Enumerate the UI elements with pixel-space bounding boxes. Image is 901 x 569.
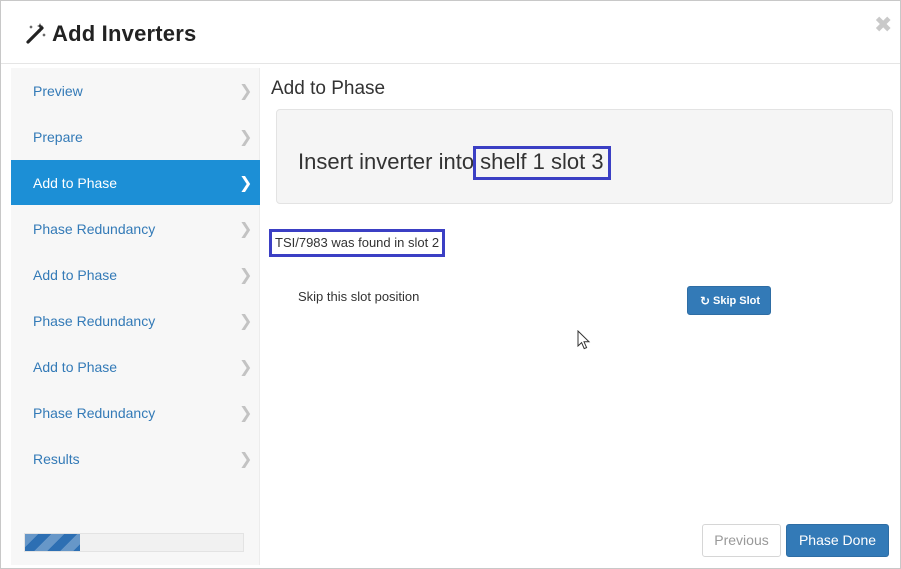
chevron-right-icon: ❯ <box>239 221 253 238</box>
instruction-text: Insert inverter into shelf 1 slot 3 <box>298 146 611 180</box>
add-inverters-dialog: Add Inverters ✖ Preview ❯ Prepare ❯ Add … <box>0 0 901 569</box>
magic-wand-icon <box>26 23 46 44</box>
step-add-to-phase-3[interactable]: Add to Phase ❯ <box>11 344 260 389</box>
instruction-prefix: Insert inverter into <box>298 149 475 174</box>
step-label: Phase Redundancy <box>33 405 156 421</box>
chevron-right-icon: ❯ <box>239 405 253 422</box>
step-label: Add to Phase <box>33 267 118 283</box>
skip-slot-label: Skip Slot <box>713 295 761 307</box>
instruction-panel: Insert inverter into shelf 1 slot 3 <box>276 109 893 204</box>
chevron-right-icon: ❯ <box>239 175 253 192</box>
step-prepare[interactable]: Prepare ❯ <box>11 114 260 159</box>
chevron-right-icon: ❯ <box>239 359 253 376</box>
phase-done-button[interactable]: Phase Done <box>786 524 889 557</box>
skip-description: Skip this slot position <box>298 289 420 304</box>
progress-fill <box>25 534 80 551</box>
refresh-icon: ↻ <box>700 294 711 308</box>
chevron-right-icon: ❯ <box>239 313 253 330</box>
previous-button[interactable]: Previous <box>702 524 781 557</box>
dialog-header: Add Inverters ✖ <box>1 1 900 64</box>
step-phase-redundancy-1[interactable]: Phase Redundancy ❯ <box>11 206 260 251</box>
skip-slot-button[interactable]: ↻ Skip Slot <box>687 286 771 315</box>
step-phase-redundancy-2[interactable]: Phase Redundancy ❯ <box>11 298 260 343</box>
step-add-to-phase-1[interactable]: Add to Phase ❯ <box>11 160 260 205</box>
step-label: Phase Redundancy <box>33 221 156 237</box>
section-title: Add to Phase <box>271 78 386 99</box>
chevron-right-icon: ❯ <box>239 83 253 100</box>
step-label: Results <box>33 451 80 467</box>
step-label: Add to Phase <box>33 359 118 375</box>
step-add-to-phase-2[interactable]: Add to Phase ❯ <box>11 252 260 297</box>
wizard-steps-sidebar: Preview ❯ Prepare ❯ Add to Phase ❯ Phase… <box>11 68 260 565</box>
chevron-right-icon: ❯ <box>239 267 253 284</box>
step-label: Phase Redundancy <box>33 313 156 329</box>
found-message: TSI/7983 was found in slot 2 <box>268 229 446 257</box>
close-icon[interactable]: ✖ <box>874 14 892 36</box>
step-label: Preview <box>33 83 83 99</box>
dialog-title: Add Inverters <box>52 21 197 46</box>
step-phase-redundancy-3[interactable]: Phase Redundancy ❯ <box>11 390 260 435</box>
step-preview[interactable]: Preview ❯ <box>11 68 260 113</box>
wizard-progress-bar <box>24 533 244 552</box>
chevron-right-icon: ❯ <box>239 451 253 468</box>
step-results[interactable]: Results ❯ <box>11 436 260 481</box>
slot-target-highlight: shelf 1 slot 3 <box>473 146 611 180</box>
chevron-right-icon: ❯ <box>239 129 253 146</box>
step-label: Add to Phase <box>33 175 118 191</box>
step-label: Prepare <box>33 129 83 145</box>
mouse-pointer-icon <box>577 330 591 350</box>
